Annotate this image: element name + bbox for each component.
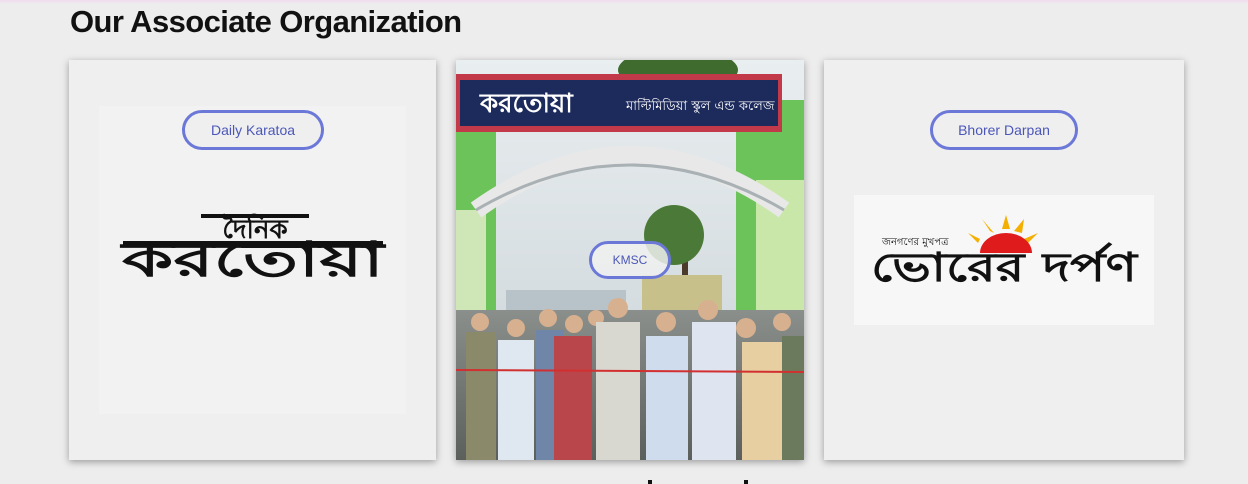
next-section-heading-fragment <box>648 480 748 484</box>
daily-karatoa-logo-image: দৈনিক করতোয়া <box>119 213 387 288</box>
org-card-kmsc[interactable]: করতোয়া মাল্টিমিডিয়া স্কুল এন্ড কলেজ KM… <box>456 60 804 460</box>
bhorer-darpan-logo-image: জনগণের মুখপত্র ভোরের দর্পণ <box>871 215 1139 291</box>
kmsc-sign-sub: মাল্টিমিডিয়া স্কুল এন্ড কলেজ <box>625 98 775 114</box>
org-card-bhorer-darpan[interactable]: জনগণের মুখপত্র ভোরের দর্পণ Bhorer Darpan <box>824 60 1184 460</box>
bhorer-darpan-logo-big-text: ভোরের দর্পণ <box>871 242 1139 291</box>
section-title: Our Associate Organization <box>70 4 462 39</box>
daily-karatoa-button[interactable]: Daily Karatoa <box>182 110 324 150</box>
bhorer-darpan-button[interactable]: Bhorer Darpan <box>930 110 1078 150</box>
org-card-daily-karatoa[interactable]: দৈনিক করতোয়া Daily Karatoa <box>69 60 436 460</box>
kmsc-button[interactable]: KMSC <box>589 241 671 279</box>
daily-karatoa-logo: দৈনিক করতোয়া <box>99 106 406 414</box>
daily-karatoa-logo-big-text: করতোয়া <box>119 232 387 288</box>
bhorer-darpan-logo: জনগণের মুখপত্র ভোরের দর্পণ <box>854 195 1154 325</box>
kmsc-sign-main: করতোয়া <box>479 89 574 119</box>
